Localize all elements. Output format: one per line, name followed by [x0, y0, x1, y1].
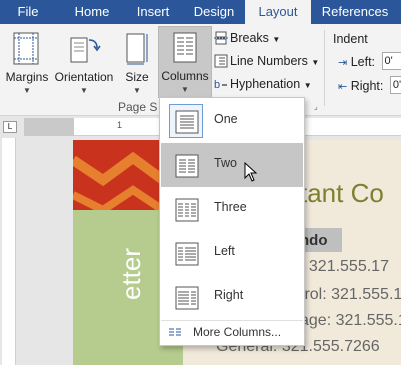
chevron-down-icon: ▼: [80, 86, 88, 95]
columns-option-left[interactable]: Left: [161, 231, 303, 275]
line-numbers-icon: [214, 54, 228, 68]
chevron-down-icon: ▼: [181, 85, 189, 94]
size-label: Size: [125, 70, 149, 84]
columns-label: Columns: [161, 69, 209, 83]
doc-vertical-text: etter: [116, 247, 146, 300]
margins-button[interactable]: Margins ▼: [4, 28, 50, 110]
columns-option-three[interactable]: Three: [161, 187, 303, 231]
chevron-down-icon: ▼: [23, 86, 31, 95]
indent-title: Indent: [333, 32, 368, 46]
indent-right-label: Right:: [350, 79, 384, 93]
menu-separator: [161, 320, 303, 321]
columns-button[interactable]: Columns ▼: [158, 26, 212, 98]
orientation-icon: [67, 32, 101, 69]
hyphenation-button[interactable]: b Hyphenation ▼: [214, 74, 312, 94]
mouse-pointer-icon: [244, 161, 258, 187]
indent-right-field[interactable]: 0': [389, 76, 401, 94]
chevron-down-icon: ▼: [311, 58, 320, 67]
line-numbers-label: Line Numbers: [230, 54, 308, 68]
chevron-down-icon: ▼: [133, 86, 141, 95]
chevron-down-icon: ▼: [303, 81, 312, 90]
two-columns-icon: [169, 148, 203, 182]
more-columns-button[interactable]: More Columns...: [161, 322, 303, 344]
left-column-icon: [169, 236, 203, 270]
doc-heading: tant Co: [300, 178, 384, 208]
line-numbers-button[interactable]: Line Numbers ▼: [214, 51, 319, 71]
columns-option-label: Three: [214, 200, 247, 214]
breaks-button[interactable]: Breaks ▼: [214, 28, 280, 48]
ribbon-tab-bar: File Home Insert Design Layout Reference…: [0, 0, 401, 24]
svg-text:b: b: [214, 79, 220, 91]
ruler-number: 1: [117, 120, 123, 130]
right-column-icon: [169, 280, 203, 314]
doc-line: : 321.555.17: [300, 258, 389, 275]
tab-design[interactable]: Design: [183, 0, 245, 24]
hyphenation-icon: b: [214, 77, 228, 91]
size-button[interactable]: Size ▼: [118, 28, 156, 110]
columns-option-label: Left: [214, 244, 235, 258]
columns-option-label: Right: [214, 288, 244, 302]
tab-home[interactable]: Home: [61, 0, 123, 24]
breaks-icon: [214, 31, 228, 45]
columns-option-right[interactable]: Right: [161, 275, 303, 319]
dialog-launcher-icon[interactable]: ⌟: [314, 102, 318, 111]
indent-left-field[interactable]: 0': [381, 52, 401, 70]
three-columns-icon: [169, 192, 203, 226]
size-icon: [124, 32, 150, 69]
tab-selector-button[interactable]: L: [3, 121, 17, 133]
ruler-margin-area: [24, 118, 74, 136]
indent-left-label: Left:: [350, 55, 376, 69]
tab-insert[interactable]: Insert: [123, 0, 183, 24]
indent-left-icon: ⇥: [338, 57, 348, 69]
chevron-down-icon: ▼: [272, 35, 281, 44]
columns-option-one[interactable]: One: [161, 99, 303, 143]
indent-right-icon: ⇤: [338, 81, 348, 93]
page-setup-group-label: Page S: [118, 100, 158, 114]
orientation-button[interactable]: Orientation ▼: [52, 28, 116, 110]
tab-file[interactable]: File: [0, 0, 56, 24]
indent-left-row: ⇥ Left: 0': [338, 52, 401, 70]
tab-references[interactable]: References: [311, 0, 399, 24]
ribbon-separator: [324, 30, 325, 106]
indent-right-row: ⇤ Right: 0': [338, 76, 401, 94]
margins-icon: [12, 32, 42, 69]
breaks-label: Breaks: [230, 31, 269, 45]
columns-option-two[interactable]: Two: [161, 143, 303, 187]
one-column-icon: [169, 104, 203, 138]
vertical-ruler[interactable]: [2, 138, 16, 365]
columns-option-label: Two: [214, 156, 237, 170]
columns-option-label: One: [214, 112, 238, 126]
doc-line: age: 321.555.1: [300, 312, 401, 329]
margins-label: Margins: [5, 70, 49, 84]
more-columns-icon: [168, 326, 182, 345]
columns-dropdown-menu: One Two Three Left Right More Columns...: [159, 97, 305, 346]
columns-icon: [171, 31, 199, 68]
doc-line: trol: 321.555.1: [300, 286, 401, 303]
tab-layout[interactable]: Layout: [245, 0, 311, 24]
orientation-label: Orientation: [54, 70, 114, 84]
hyphenation-label: Hyphenation: [230, 77, 301, 91]
more-columns-label: More Columns...: [193, 325, 282, 339]
